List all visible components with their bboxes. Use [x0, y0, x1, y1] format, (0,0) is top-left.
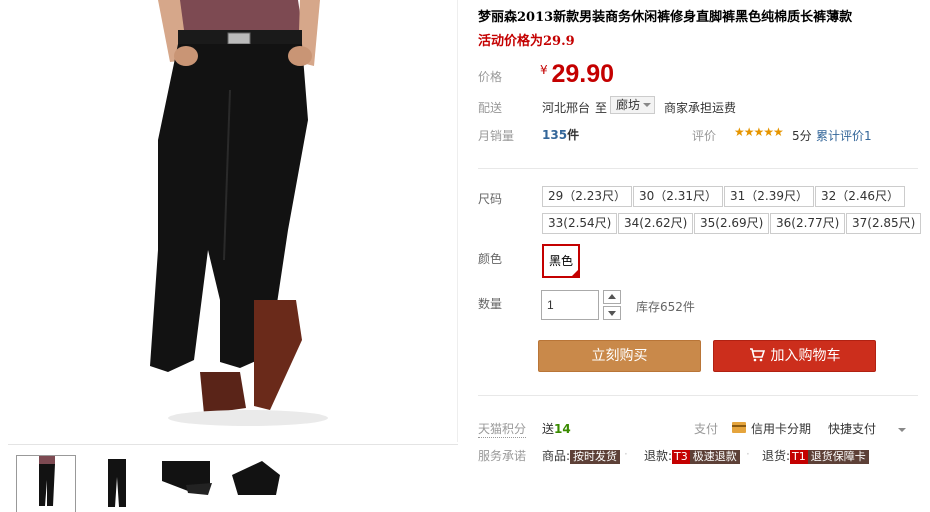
thumb-pants-icon — [108, 459, 126, 507]
payment-label: 支付 — [694, 422, 719, 436]
points-prefix: 送 — [542, 422, 555, 436]
destination-select[interactable]: 廊坊 — [610, 96, 656, 114]
buy-now-button[interactable]: 立刻购买 — [538, 340, 701, 372]
trousers-photo — [150, 0, 328, 426]
stock-text: 库存652件 — [636, 300, 695, 314]
service-goods-prefix: 商品: — [542, 449, 571, 463]
size-option-37[interactable]: 37(2.85尺) — [846, 213, 922, 234]
size-option-36[interactable]: 36(2.77尺) — [770, 213, 846, 234]
installment-option[interactable]: 信用卡分期 — [751, 420, 811, 437]
currency-symbol: ¥ — [540, 63, 548, 77]
t3-badge: T3 — [672, 450, 690, 464]
separator-dot: · — [624, 447, 628, 461]
product-title: 梦丽森2013新款男装商务休闲裤修身直脚裤黑色纯棉质长裤薄款 — [478, 10, 853, 25]
size-option-29[interactable]: 29（2.23尺） — [542, 186, 632, 207]
chevron-down-icon — [643, 103, 652, 107]
thumb-stacked-pants-icon — [232, 461, 280, 495]
service-promise-label: 服务承诺 — [478, 449, 527, 463]
thumbnail-3[interactable] — [158, 455, 218, 512]
monthly-sales-label: 月销量 — [478, 129, 515, 143]
service-return-prefix: 退货: — [762, 449, 791, 463]
thumbnail-4[interactable] — [226, 455, 286, 512]
chevron-down-icon[interactable] — [898, 428, 906, 432]
service-goods: 商品: 按时发货 — [542, 447, 621, 464]
size-label: 尺码 — [478, 192, 503, 206]
add-to-cart-label: 加入购物车 — [770, 348, 841, 364]
sales-unit: 件 — [567, 128, 580, 142]
divider — [478, 168, 918, 169]
fast-refund-tag[interactable]: 极速退款 — [689, 450, 740, 464]
promo-price-text: 活动价格为29.9 — [478, 34, 575, 49]
size-option-30[interactable]: 30（2.31尺） — [633, 186, 723, 207]
color-option-black[interactable]: 黑色 — [542, 244, 580, 278]
monthly-sales: 135件 — [542, 126, 579, 143]
rating-label: 评价 — [692, 129, 717, 143]
selected-check-icon — [570, 268, 580, 278]
service-return: 退货: T1 退货保障卡 — [762, 447, 869, 464]
thumbnail-2[interactable] — [88, 455, 148, 512]
quantity-label: 数量 — [478, 297, 503, 311]
quantity-decrease-icon[interactable] — [603, 306, 621, 320]
delivery-origin: 河北邢台 — [542, 101, 591, 115]
star-rating-icon: ★★★★★ — [734, 125, 784, 139]
color-label: 颜色 — [478, 252, 503, 266]
rating-score: 5分 — [792, 129, 812, 143]
color-option-label: 黑色 — [548, 254, 573, 268]
size-option-34[interactable]: 34(2.62尺) — [618, 213, 694, 234]
product-info-panel: 梦丽森2013新款男装商务休闲裤修身直脚裤黑色纯棉质长裤薄款 活动价格为29.9… — [478, 0, 922, 512]
cart-icon — [749, 348, 765, 362]
service-refund: 退款: T3 极速退款 — [644, 447, 740, 464]
quantity-input[interactable] — [541, 290, 599, 320]
shipping-note: 商家承担运费 — [664, 101, 737, 115]
t1-badge: T1 — [790, 450, 808, 464]
destination-value: 廊坊 — [616, 98, 641, 112]
thumb-model-icon — [39, 456, 55, 506]
delivery-to-word: 至 — [595, 101, 608, 115]
price-label: 价格 — [478, 70, 503, 84]
thumb-folded-pants-icon — [162, 461, 212, 495]
thumbnail-strip — [8, 444, 458, 512]
tmall-points-label[interactable]: 天猫积分 — [478, 420, 527, 438]
return-guarantee-tag[interactable]: 退货保障卡 — [807, 450, 869, 464]
price: ¥ 29.90 — [540, 60, 614, 89]
delivery-label: 配送 — [478, 101, 503, 115]
quantity-increase-icon[interactable] — [603, 290, 621, 304]
service-refund-prefix: 退款: — [644, 449, 673, 463]
size-option-32[interactable]: 32（2.46尺） — [815, 186, 905, 207]
sales-count: 135 — [542, 128, 568, 142]
points-value: 14 — [554, 422, 571, 436]
size-option-31[interactable]: 31（2.39尺） — [724, 186, 814, 207]
quick-pay-option[interactable]: 快捷支付 — [828, 420, 876, 437]
points-text: 送14 — [542, 420, 571, 437]
size-option-35[interactable]: 35(2.69尺) — [694, 213, 770, 234]
size-option-33[interactable]: 33(2.54尺) — [542, 213, 618, 234]
add-to-cart-button[interactable]: 加入购物车 — [713, 340, 876, 372]
thumbnail-1[interactable] — [16, 455, 76, 512]
separator-dot: · — [746, 447, 750, 461]
divider — [478, 395, 918, 396]
cumulative-reviews-link[interactable]: 累计评价1 — [816, 127, 872, 144]
on-time-shipping-tag[interactable]: 按时发货 — [570, 450, 621, 464]
credit-card-icon — [732, 422, 746, 433]
product-main-image[interactable] — [8, 0, 458, 442]
price-value: 29.90 — [551, 60, 615, 88]
